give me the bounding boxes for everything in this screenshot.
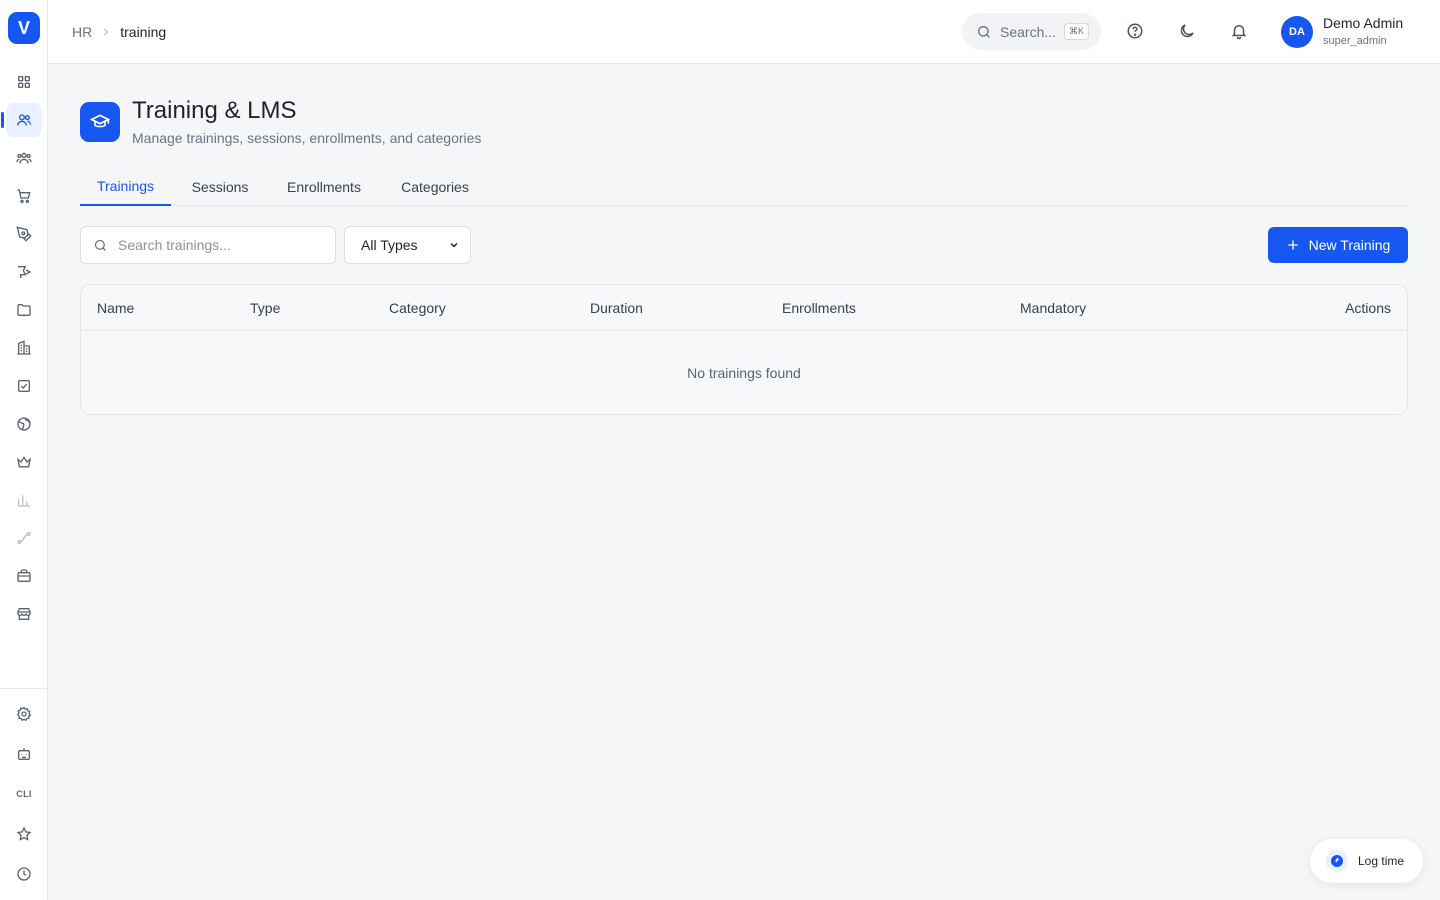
sidebar-item-favorites[interactable]	[6, 817, 42, 851]
column-header-enrollments: Enrollments	[782, 300, 856, 316]
timer-icon	[1326, 850, 1348, 872]
star-icon	[16, 826, 32, 841]
sidebar-item-history[interactable]	[6, 857, 42, 891]
chevron-down-icon	[450, 242, 458, 248]
training-search	[80, 226, 336, 264]
graduation-cap-icon	[80, 102, 120, 142]
user-name[interactable]: Demo Admin	[1323, 15, 1403, 31]
sidebar-item-assistant[interactable]	[6, 737, 42, 771]
search-shortcut-badge: ⌘K	[1064, 23, 1090, 40]
building-icon	[17, 340, 31, 355]
cart-icon	[17, 189, 31, 203]
plus-icon	[1287, 240, 1298, 250]
sidebar: V CLI	[0, 0, 48, 900]
sidebar-item-sales[interactable]	[6, 179, 42, 213]
breadcrumb-root[interactable]: HR	[72, 24, 92, 40]
sidebar-item-design[interactable]	[6, 217, 42, 251]
pen-icon	[16, 226, 32, 242]
crown-icon	[16, 456, 32, 468]
page-subtitle: Manage trainings, sessions, enrollments,…	[132, 130, 482, 146]
new-training-button[interactable]: New Training	[1268, 227, 1408, 263]
column-header-duration: Duration	[590, 300, 643, 316]
bar-chart-icon	[18, 495, 30, 507]
help-button[interactable]	[1124, 20, 1146, 42]
log-time-button[interactable]: Log time	[1310, 839, 1423, 883]
breadcrumb-current: training	[120, 24, 167, 40]
sidebar-item-premium[interactable]	[6, 445, 42, 479]
page-title: Training & LMS	[132, 97, 297, 124]
folder-icon	[17, 304, 31, 316]
briefcase-icon	[17, 569, 31, 582]
sidebar-item-company[interactable]	[6, 331, 42, 365]
tab-trainings[interactable]: Trainings	[80, 168, 171, 206]
sidebar-item-store[interactable]	[6, 597, 42, 631]
sidebar-item-global[interactable]	[6, 407, 42, 441]
search-icon	[94, 239, 106, 251]
sidebar-item-marketing[interactable]	[6, 255, 42, 289]
dashboard-grid-icon	[17, 76, 30, 88]
sidebar-item-workflows[interactable]	[6, 521, 42, 555]
sidebar-item-cli[interactable]: CLI	[6, 777, 42, 811]
app-logo[interactable]: V	[8, 12, 40, 44]
breadcrumb: HR training	[72, 0, 166, 64]
table-header: Name Type Category Duration Enrollments …	[81, 285, 1407, 331]
column-header-actions: Actions	[1345, 300, 1391, 316]
theme-toggle-button[interactable]	[1176, 20, 1198, 42]
moon-icon	[1180, 24, 1194, 38]
global-search-placeholder: Search...	[1000, 23, 1057, 40]
sidebar-item-analytics[interactable]	[6, 483, 42, 517]
gear-icon	[16, 706, 32, 722]
sidebar-item-jobs[interactable]	[6, 559, 42, 593]
cli-icon: CLI	[16, 789, 32, 799]
global-search[interactable]: Search... ⌘K	[962, 13, 1101, 50]
chevron-right-icon	[100, 26, 112, 38]
search-icon	[978, 25, 990, 38]
notifications-button[interactable]	[1228, 20, 1250, 42]
campaign-icon	[18, 266, 32, 278]
sidebar-item-team[interactable]	[6, 141, 42, 175]
help-icon	[1127, 23, 1143, 39]
log-time-label: Log time	[1358, 854, 1405, 868]
column-header-mandatory: Mandatory	[1020, 300, 1087, 316]
checkbox-icon	[18, 380, 30, 392]
empty-state-message: No trainings found	[687, 365, 801, 381]
sidebar-divider	[0, 688, 47, 689]
trainings-table: Name Type Category Duration Enrollments …	[80, 284, 1408, 415]
store-icon	[17, 608, 31, 620]
training-search-input[interactable]	[118, 237, 318, 253]
workflow-icon	[17, 532, 31, 544]
column-header-type: Type	[250, 300, 281, 316]
tab-categories[interactable]: Categories	[389, 168, 481, 206]
users-icon	[17, 114, 31, 126]
top-header: HR training Search... ⌘K DA Demo Admin s…	[48, 0, 1440, 64]
sidebar-item-dashboard[interactable]	[6, 65, 42, 99]
user-role: super_admin	[1323, 35, 1387, 47]
sidebar-item-hr[interactable]	[1, 103, 42, 137]
bot-icon	[18, 748, 30, 760]
column-header-name: Name	[97, 300, 135, 316]
sidebar-item-files[interactable]	[6, 293, 42, 327]
sidebar-item-settings[interactable]	[6, 697, 42, 731]
new-training-label: New Training	[1308, 237, 1391, 253]
tab-bar: Trainings Sessions Enrollments Categorie…	[80, 168, 1408, 206]
sidebar-item-tasks[interactable]	[6, 369, 42, 403]
avatar[interactable]: DA	[1281, 16, 1313, 48]
globe-icon	[17, 417, 31, 431]
clock-icon	[17, 867, 31, 881]
column-header-category: Category	[389, 300, 446, 316]
type-filter-value: All Types	[361, 237, 418, 253]
team-icon	[16, 152, 32, 164]
bell-icon	[1231, 25, 1247, 40]
tab-sessions[interactable]: Sessions	[181, 168, 259, 206]
type-filter-select[interactable]: All Types	[344, 226, 471, 264]
tab-enrollments[interactable]: Enrollments	[275, 168, 373, 206]
